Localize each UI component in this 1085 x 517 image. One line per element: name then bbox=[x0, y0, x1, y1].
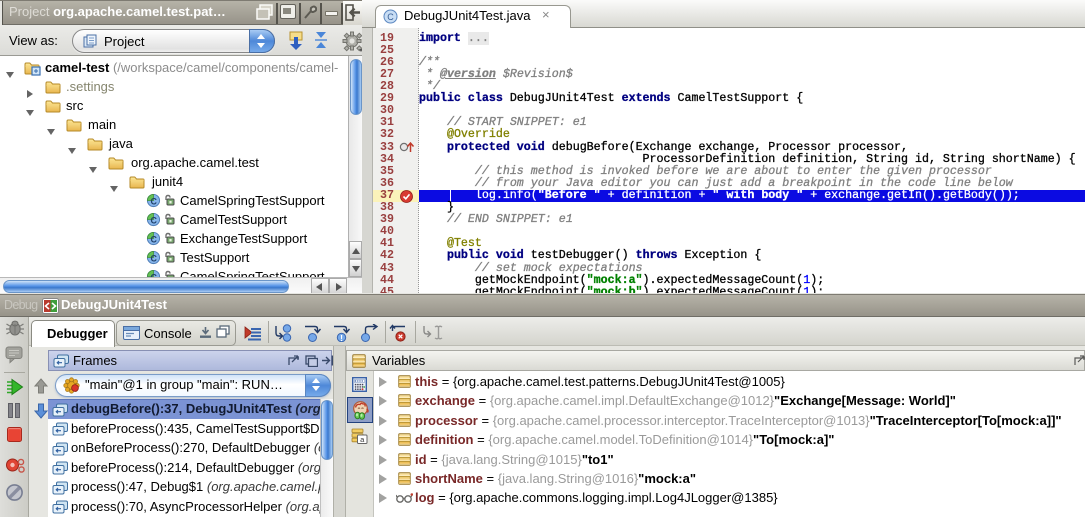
svg-text:C: C bbox=[387, 12, 394, 22]
svg-text:!: ! bbox=[340, 333, 343, 342]
